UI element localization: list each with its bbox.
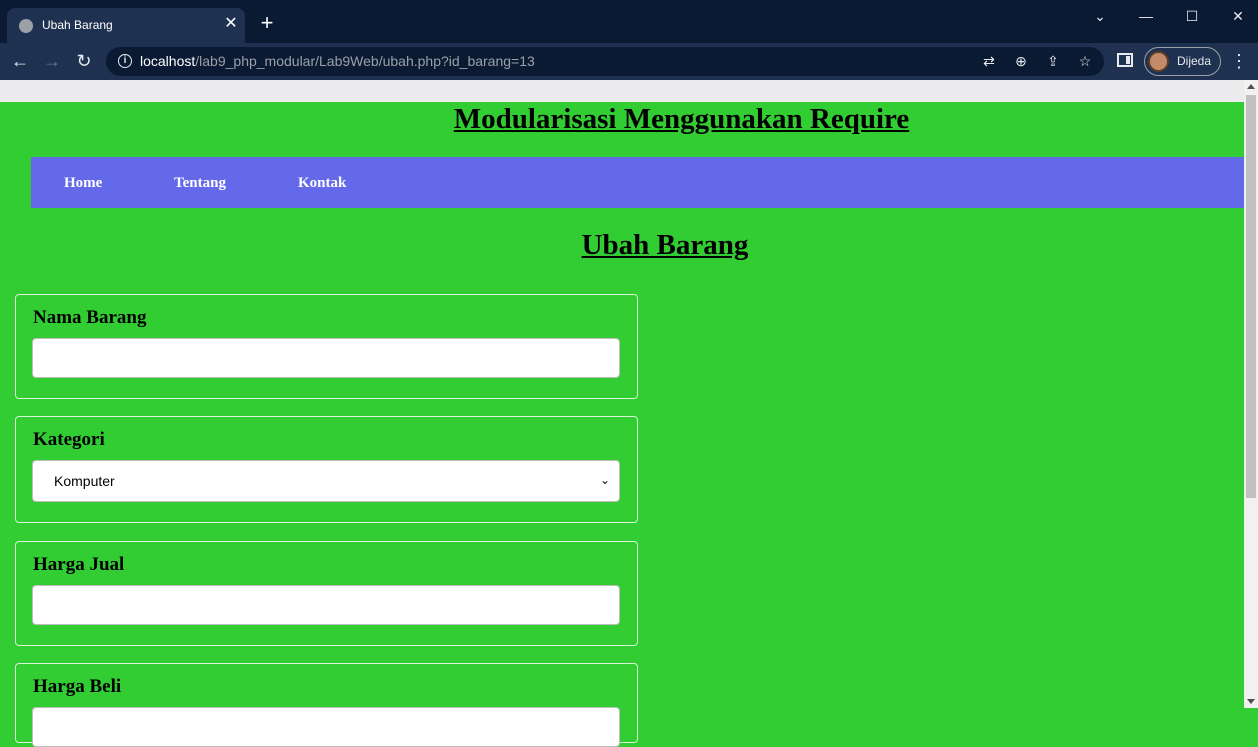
nama-barang-input[interactable] [32,338,620,378]
back-icon[interactable]: ← [8,49,32,73]
label-kategori: Kategori [33,429,105,450]
tab-strip: Ubah Barang ✕ + ⌄ — ☐ ✕ [0,0,1258,43]
nav-link-tentang[interactable]: Tentang [174,175,226,192]
kategori-selected-value: Komputer [54,473,115,489]
page-viewport: Modularisasi Menggunakan Require Home Te… [0,80,1258,747]
tab-title: Ubah Barang [42,18,113,32]
address-bar[interactable]: i localhost/lab9_php_modular/Lab9Web/uba… [106,47,1104,76]
browser-chrome: Ubah Barang ✕ + ⌄ — ☐ ✕ ← → ↻ i localhos… [0,0,1258,80]
tab-close-icon[interactable]: ✕ [223,14,239,34]
url-path: /lab9_php_modular/Lab9Web/ubah.php?id_ba… [195,53,535,69]
scroll-down-icon[interactable] [1247,699,1255,704]
field-group-nama-barang: Nama Barang [15,294,638,399]
page-heading: Ubah Barang [581,229,749,261]
harga-beli-input[interactable] [32,707,620,747]
label-harga-jual: Harga Jual [33,554,125,575]
vertical-scrollbar[interactable] [1244,80,1258,708]
page-top-strip [0,80,1244,102]
kategori-select[interactable]: Komputer ⌄ [32,460,620,502]
zoom-icon[interactable]: ⊕ [1012,52,1030,70]
window-close-icon[interactable]: ✕ [1226,4,1250,28]
translate-icon[interactable]: ⇄ [980,52,998,70]
browser-menu-icon[interactable]: ⋮ [1230,49,1248,73]
chevron-down-icon: ⌄ [599,473,610,487]
label-nama-barang: Nama Barang [33,307,147,328]
site-nav: Home Tentang Kontak [31,157,1244,208]
tab-search-icon[interactable]: ⌄ [1088,4,1112,28]
field-group-harga-beli: Harga Beli [15,663,638,747]
nav-link-kontak[interactable]: Kontak [298,175,346,192]
field-group-kategori: Kategori Komputer ⌄ [15,416,638,523]
url-host: localhost [140,53,196,69]
site-title: Modularisasi Menggunakan Require [453,103,910,135]
label-harga-beli: Harga Beli [33,676,122,697]
browser-toolbar: ← → ↻ i localhost/lab9_php_modular/Lab9W… [0,43,1258,80]
scroll-up-icon[interactable] [1247,84,1255,89]
reload-icon[interactable]: ↻ [72,49,96,73]
harga-jual-input[interactable] [32,585,620,625]
avatar [1148,51,1169,72]
globe-icon [19,19,33,33]
browser-tab[interactable]: Ubah Barang ✕ [7,8,245,43]
url-text[interactable]: localhost/lab9_php_modular/Lab9Web/ubah.… [140,53,535,69]
scrollbar-thumb[interactable] [1246,95,1256,498]
side-panel-icon[interactable] [1117,53,1133,67]
site-info-icon[interactable]: i [118,54,132,68]
share-icon[interactable]: ⇪ [1044,52,1062,70]
profile-button[interactable]: Dijeda [1144,47,1221,76]
maximize-icon[interactable]: ☐ [1180,4,1204,28]
forward-icon[interactable]: → [40,49,64,73]
minimize-icon[interactable]: — [1134,4,1158,28]
new-tab-button[interactable]: + [256,12,278,34]
profile-name: Dijeda [1177,54,1212,68]
bookmark-star-icon[interactable]: ☆ [1076,52,1094,70]
field-group-harga-jual: Harga Jual [15,541,638,646]
nav-link-home[interactable]: Home [64,175,102,192]
